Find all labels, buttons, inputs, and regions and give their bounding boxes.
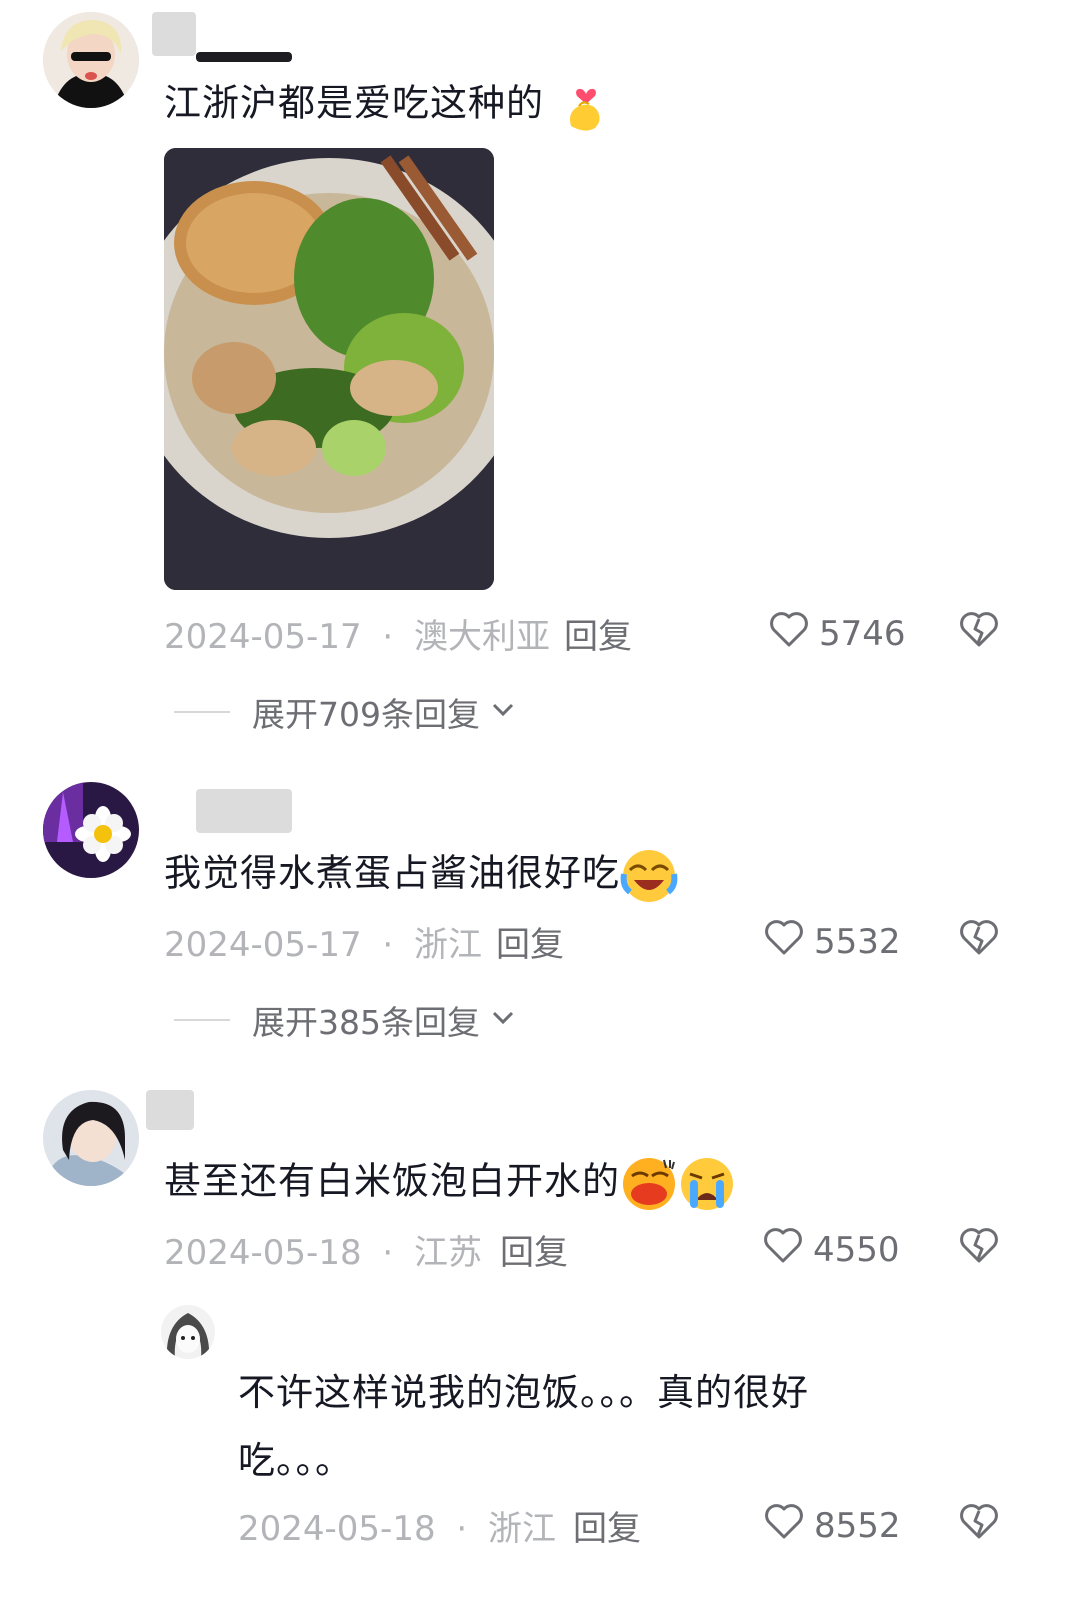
dislike-button[interactable] bbox=[957, 1499, 1001, 1547]
like-count: 4550 bbox=[813, 1229, 900, 1270]
heart-icon bbox=[767, 607, 811, 660]
reply-location: 浙江 bbox=[488, 1509, 557, 1549]
chevron-down-icon bbox=[488, 1001, 518, 1040]
comment-location: 江苏 bbox=[414, 1233, 483, 1273]
avatar-image bbox=[43, 782, 139, 878]
comment-meta: 2024-05-18 · 江苏 bbox=[164, 1225, 482, 1274]
comment-date: 2024-05-17 bbox=[164, 925, 362, 965]
comment-photo[interactable] bbox=[164, 148, 494, 590]
reply-text-line: 不许这样说我的泡饭。。。真的很好 bbox=[238, 1371, 809, 1414]
dislike-button[interactable] bbox=[957, 607, 1001, 655]
grinning-face-icon bbox=[620, 1154, 678, 1212]
comment-text: 甚至还有白米饭泡白开水的 bbox=[164, 1154, 736, 1212]
username-redacted[interactable] bbox=[152, 12, 196, 56]
reply-button[interactable]: 回复 bbox=[564, 609, 632, 658]
reply-meta: 2024-05-18 · 浙江 bbox=[238, 1501, 556, 1550]
comment-text: 江浙沪都是爱吃这种的 bbox=[164, 76, 615, 134]
reply-button[interactable]: 回复 bbox=[500, 1225, 568, 1274]
reply-button[interactable]: 回复 bbox=[496, 917, 564, 966]
like-count: 5746 bbox=[819, 613, 906, 654]
like-button[interactable]: 5532 bbox=[762, 915, 901, 968]
like-button[interactable]: 4550 bbox=[761, 1223, 900, 1276]
heart-icon bbox=[761, 1223, 805, 1276]
separator-dot: · bbox=[382, 617, 394, 657]
comment-date: 2024-05-17 bbox=[164, 617, 362, 657]
broken-heart-icon bbox=[957, 1504, 1001, 1547]
separator-dot: · bbox=[382, 925, 394, 965]
finger-heart-icon bbox=[557, 76, 615, 134]
username-redacted[interactable] bbox=[146, 1090, 194, 1130]
avatar-image bbox=[43, 12, 139, 108]
like-button[interactable]: 8552 bbox=[762, 1499, 901, 1552]
expand-replies[interactable]: 展开709条回复 bbox=[174, 688, 518, 736]
expand-replies-label: 展开709条回复 bbox=[252, 695, 480, 734]
comment-text: 我觉得水煮蛋占酱油很好吃 bbox=[164, 846, 678, 904]
comment-location: 浙江 bbox=[414, 925, 483, 965]
heart-icon bbox=[762, 1499, 806, 1552]
avatar[interactable] bbox=[43, 782, 139, 878]
separator-dot: · bbox=[456, 1509, 468, 1549]
reply-button[interactable]: 回复 bbox=[573, 1501, 641, 1550]
separator-dot: · bbox=[382, 1233, 394, 1273]
comment-location: 澳大利亚 bbox=[414, 617, 551, 657]
avatar[interactable] bbox=[43, 1090, 139, 1186]
dislike-button[interactable] bbox=[957, 1223, 1001, 1271]
broken-heart-icon bbox=[957, 612, 1001, 655]
like-count: 5532 bbox=[814, 921, 901, 962]
comment-text-content: 甚至还有白米饭泡白开水的 bbox=[164, 1159, 620, 1203]
reply-date: 2024-05-18 bbox=[238, 1509, 436, 1549]
avatar[interactable] bbox=[43, 12, 139, 108]
avatar-image bbox=[43, 1090, 139, 1186]
avatar-image bbox=[161, 1305, 215, 1359]
divider-line bbox=[174, 1019, 230, 1021]
comment-meta: 2024-05-17 · 澳大利亚 bbox=[164, 609, 550, 658]
like-button[interactable]: 5746 bbox=[767, 607, 906, 660]
divider-line bbox=[174, 711, 230, 713]
username-redacted[interactable] bbox=[196, 52, 292, 62]
comment-text-content: 我觉得水煮蛋占酱油很好吃 bbox=[164, 851, 620, 895]
expand-replies[interactable]: 展开385条回复 bbox=[174, 996, 518, 1044]
broken-heart-icon bbox=[957, 1228, 1001, 1271]
reply-text-line: 吃。。。 bbox=[238, 1439, 353, 1482]
reply-avatar[interactable] bbox=[161, 1305, 215, 1359]
dislike-button[interactable] bbox=[957, 915, 1001, 963]
broken-heart-icon bbox=[957, 920, 1001, 963]
comment-date: 2024-05-18 bbox=[164, 1233, 362, 1273]
crying-face-icon bbox=[678, 1154, 736, 1212]
expand-replies-label: 展开385条回复 bbox=[252, 1003, 480, 1042]
laugh-cry-face-icon bbox=[620, 846, 678, 904]
food-bowl-image bbox=[164, 148, 494, 590]
comment-text-content: 江浙沪都是爱吃这种的 bbox=[164, 81, 544, 125]
comment-meta: 2024-05-17 · 浙江 bbox=[164, 917, 482, 966]
username-redacted[interactable] bbox=[196, 789, 292, 833]
chevron-down-icon bbox=[488, 693, 518, 732]
reply-text: 不许这样说我的泡饭。。。真的很好 吃。。。 bbox=[238, 1370, 809, 1484]
like-count: 8552 bbox=[814, 1505, 901, 1546]
heart-icon bbox=[762, 915, 806, 968]
